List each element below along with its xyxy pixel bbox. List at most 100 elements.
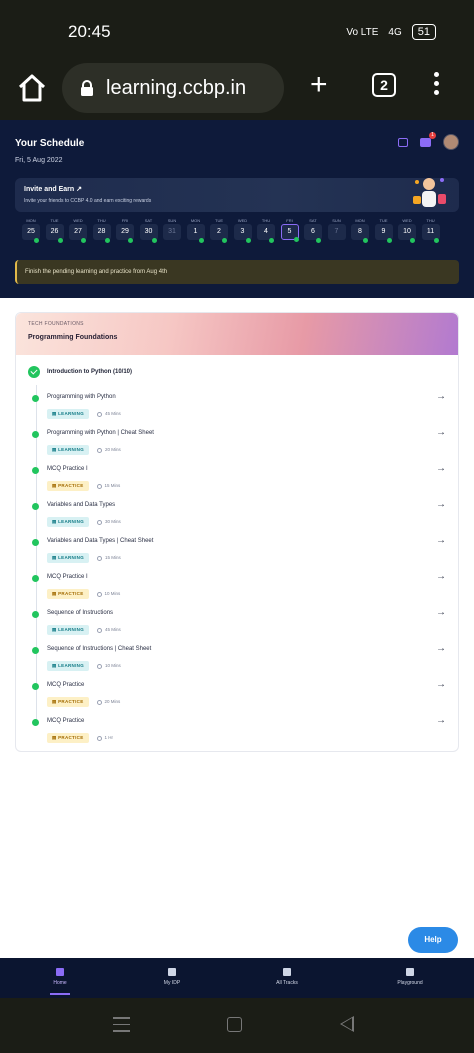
external-link-icon: ↗: [76, 186, 83, 193]
tab-my-idp[interactable]: My IDP: [142, 968, 202, 986]
new-tab-button[interactable]: +: [310, 68, 328, 102]
day-cell[interactable]: FRI 29: [115, 218, 135, 243]
browser-menu-button[interactable]: [434, 72, 440, 99]
calendar-icon[interactable]: [398, 137, 408, 147]
system-back-icon[interactable]: [340, 1016, 354, 1032]
tab-all-tracks[interactable]: All Tracks: [257, 968, 317, 986]
item-title: Sequence of Instructions: [47, 610, 114, 616]
day-date: 2: [210, 224, 228, 243]
day-date: 10: [398, 224, 416, 243]
status-time: 20:45: [68, 22, 111, 41]
item-title: MCQ Practice: [47, 718, 85, 724]
arrow-right-icon[interactable]: →: [436, 607, 446, 618]
completed-dot-icon: [128, 238, 133, 243]
item-title: Sequence of Instructions | Cheat Sheet: [47, 646, 152, 652]
day-cell[interactable]: THU 28: [92, 218, 112, 243]
tab-home[interactable]: Home: [30, 968, 90, 995]
invite-title: Invite and Earn ↗: [24, 186, 83, 193]
arrow-right-icon[interactable]: →: [436, 535, 446, 546]
avatar[interactable]: [443, 134, 459, 150]
check-circle-icon: [32, 647, 39, 654]
section-header[interactable]: Introduction to Python (10/10): [28, 366, 132, 378]
recent-apps-icon[interactable]: [113, 1017, 130, 1037]
day-cell[interactable]: SAT 6: [303, 218, 323, 243]
arrow-right-icon[interactable]: →: [436, 715, 446, 726]
tab-icon: [406, 968, 414, 976]
course-item[interactable]: Sequence of Instructions | Cheat Sheet ▤ …: [30, 643, 446, 677]
notification-icon[interactable]: 1: [420, 131, 436, 147]
day-date: 3: [233, 224, 252, 243]
day-date: 30: [139, 224, 158, 243]
item-type-badge: ▤ PRACTICE: [47, 589, 89, 599]
day-cell[interactable]: MON 1: [186, 218, 206, 243]
clock-icon: [96, 699, 102, 705]
tab-label: Playground: [397, 980, 423, 986]
tab-icon: [168, 968, 176, 976]
invite-illustration: [413, 178, 446, 207]
check-circle-icon: [32, 395, 39, 402]
invite-banner[interactable]: Invite and Earn ↗ Invite your friends to…: [15, 178, 459, 212]
day-date: 25: [22, 224, 40, 243]
clock-icon: [96, 483, 102, 489]
arrow-right-icon[interactable]: →: [436, 643, 446, 654]
status-bar: 20:45 Vo LTE 4G 51: [0, 0, 474, 60]
item-type-badge: ▤ LEARNING: [47, 661, 90, 671]
home-icon[interactable]: [16, 72, 48, 104]
course-item[interactable]: Sequence of Instructions ▤ LEARNING 45 Min…: [30, 607, 446, 641]
arrow-right-icon[interactable]: →: [436, 463, 446, 474]
schedule-title: Your Schedule: [15, 138, 85, 149]
day-date: 27: [69, 224, 87, 243]
day-date: 6: [304, 224, 322, 243]
course-item[interactable]: Variables and Data Types ▤ LEARNING 30 Min…: [30, 499, 446, 533]
day-date: 11: [421, 224, 440, 243]
day-cell[interactable]: TUE 9: [374, 218, 394, 243]
course-item[interactable]: MCQ Practice ▤ PRACTICE 20 Mins →: [30, 679, 446, 713]
day-cell[interactable]: FRI 5: [280, 218, 300, 242]
arrow-right-icon[interactable]: →: [436, 499, 446, 510]
day-cell[interactable]: WED 27: [68, 218, 88, 243]
day-date: 5: [280, 224, 299, 242]
arrow-right-icon[interactable]: →: [436, 427, 446, 438]
course-item[interactable]: Programming with Python | Cheat Sheet ▤ L…: [30, 427, 446, 461]
check-circle-icon: [28, 366, 40, 378]
item-type-badge: ▤ LEARNING: [47, 445, 90, 455]
day-cell[interactable]: TUE 2: [209, 218, 229, 243]
day-cell[interactable]: SAT 30: [139, 218, 159, 243]
completed-dot-icon: [269, 238, 274, 243]
day-cell[interactable]: THU 11: [421, 218, 441, 243]
clock-icon: [97, 555, 103, 561]
course-card-header: TECH FOUNDATIONS Programming Foundations: [16, 313, 458, 355]
web-page: Your Schedule Fri, 5 Aug 2022 1 Invite a…: [0, 120, 474, 998]
check-circle-icon: [32, 611, 39, 618]
system-home-icon[interactable]: [227, 1017, 242, 1032]
course-item[interactable]: MCQ Practice ▤ PRACTICE 1 Hr →: [30, 715, 446, 749]
help-button[interactable]: Help: [408, 927, 458, 953]
day-cell[interactable]: WED 10: [397, 218, 417, 243]
day-cell[interactable]: THU 4: [256, 218, 276, 243]
day-cell[interactable]: SUN 31: [162, 218, 182, 240]
day-cell[interactable]: WED 3: [233, 218, 253, 243]
arrow-right-icon[interactable]: →: [436, 571, 446, 582]
course-title: Programming Foundations: [28, 334, 118, 341]
completed-dot-icon: [410, 238, 415, 243]
completed-dot-icon: [104, 238, 110, 243]
day-cell[interactable]: TUE 26: [45, 218, 65, 243]
arrow-right-icon[interactable]: →: [436, 391, 446, 402]
url-bar[interactable]: learning.ccbp.in: [62, 63, 284, 113]
tab-icon: [56, 968, 64, 976]
course-item[interactable]: Programming with Python ▤ LEARNING 45 Mins…: [30, 391, 446, 425]
item-meta: ▤ LEARNING 45 Mins: [47, 409, 121, 419]
item-duration: 45 Mins: [97, 411, 121, 417]
tab-playground[interactable]: Playground: [380, 968, 440, 986]
tab-switcher-button[interactable]: 2: [372, 73, 396, 97]
clock-icon: [97, 519, 103, 525]
arrow-right-icon[interactable]: →: [436, 679, 446, 690]
day-cell[interactable]: MON 25: [21, 218, 41, 243]
course-item[interactable]: Variables and Data Types | Cheat Sheet ▤ …: [30, 535, 446, 569]
item-duration: 20 Mins: [97, 447, 121, 453]
day-date: 1: [186, 224, 205, 243]
course-item[interactable]: MCQ Practice I ▤ PRACTICE 15 Mins →: [30, 463, 446, 497]
day-cell[interactable]: SUN 7: [327, 218, 347, 240]
course-item[interactable]: MCQ Practice I ▤ PRACTICE 10 Mins →: [30, 571, 446, 605]
day-cell[interactable]: MON 8: [350, 218, 370, 243]
